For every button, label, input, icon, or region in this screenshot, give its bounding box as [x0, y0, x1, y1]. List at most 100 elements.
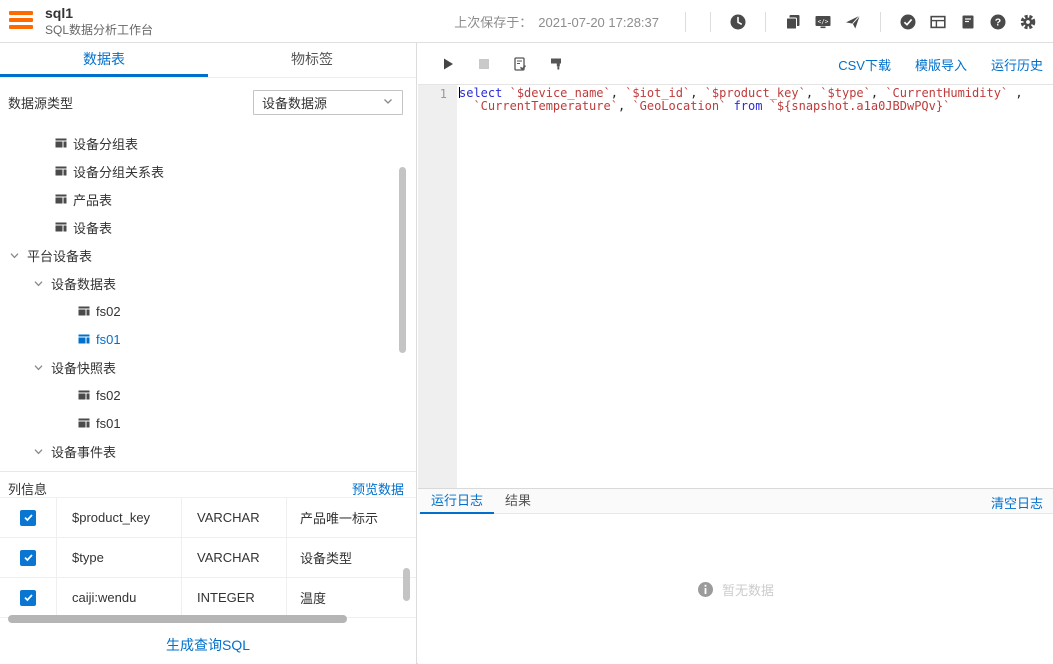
sql-editor: 1 select `$device_name`, `$iot_id`, `$pr…: [418, 85, 1053, 488]
table-icon: [78, 417, 90, 429]
generate-sql-button[interactable]: 生成查询SQL: [166, 637, 250, 653]
tree-item[interactable]: 设备数据表: [0, 269, 416, 297]
last-saved-status: 上次保存于：2021-07-20 17:28:37: [454, 12, 659, 31]
tree-item[interactable]: fs02: [0, 297, 416, 325]
table-icon: [55, 221, 67, 233]
columns-horizontal-scrollbar[interactable]: [8, 615, 347, 623]
code-screen-icon[interactable]: </>: [808, 7, 838, 37]
svg-text:?: ?: [995, 16, 1001, 28]
table-icon: [78, 389, 90, 401]
tree-item[interactable]: 设备分组表: [0, 129, 416, 157]
code-token: `CurrentTemperature`: [473, 99, 618, 113]
chevron-down-icon: [382, 95, 394, 110]
checkbox-cell: [0, 538, 57, 577]
table-icon: [55, 193, 67, 205]
column-type: VARCHAR: [197, 550, 260, 565]
chevron-down-icon[interactable]: [8, 249, 21, 262]
header-actions: 上次保存于：2021-07-20 17:28:37 </>?: [454, 0, 1043, 43]
chevron-down-icon[interactable]: [32, 277, 45, 290]
code-token: ,: [871, 86, 885, 100]
run-history-link[interactable]: 运行历史: [991, 55, 1043, 74]
column-name: caiji:wendu: [72, 590, 136, 605]
csv-download-link[interactable]: CSV下载: [838, 55, 891, 74]
table-row: $product_keyVARCHAR产品唯一标示: [0, 498, 416, 538]
send-icon[interactable]: [838, 7, 868, 37]
tree-scrollbar[interactable]: [399, 167, 406, 353]
column-type-cell: VARCHAR: [182, 498, 287, 537]
code-token: `$iot_id`: [625, 86, 690, 100]
code-token: from: [734, 99, 763, 113]
log-tab-bar: 运行日志结果 清空日志: [418, 488, 1053, 514]
run-icon[interactable]: [436, 52, 460, 76]
history-clock-icon[interactable]: [723, 7, 753, 37]
divider: [685, 12, 686, 32]
check-circle-icon[interactable]: [893, 7, 923, 37]
tab-result[interactable]: 结果: [494, 489, 542, 514]
columns-table: $product_keyVARCHAR产品唯一标示$typeVARCHAR设备类…: [0, 497, 416, 618]
settings-gear-icon[interactable]: [1013, 7, 1043, 37]
clear-log-link[interactable]: 清空日志: [991, 493, 1043, 512]
table-icon: [78, 305, 90, 317]
column-desc: 温度: [300, 588, 326, 607]
code-token: ,: [611, 86, 625, 100]
copy-icon[interactable]: [778, 7, 808, 37]
code-token: ,: [690, 86, 704, 100]
tree-item-label: 平台设备表: [27, 246, 92, 265]
info-icon: [697, 581, 714, 598]
table-icon: [55, 137, 67, 149]
chevron-down-icon[interactable]: [32, 361, 45, 374]
editor-panel: CSV下载 模版导入 运行历史 1 select `$device_name`, `…: [418, 43, 1053, 664]
tree-item[interactable]: 平台设备表: [0, 241, 416, 269]
datasource-select[interactable]: 设备数据源: [253, 90, 403, 115]
help-icon[interactable]: ?: [983, 7, 1013, 37]
divider: [710, 12, 711, 32]
datasource-row: 数据源类型 设备数据源: [0, 78, 416, 125]
notes-doc-icon[interactable]: [953, 7, 983, 37]
code-token: [726, 99, 733, 113]
template-import-link[interactable]: 模版导入: [915, 55, 967, 74]
tree-item[interactable]: fs01: [0, 325, 416, 353]
column-checkbox[interactable]: [20, 510, 36, 526]
column-type-cell: INTEGER: [182, 578, 287, 617]
tab-data-tables[interactable]: 数据表: [0, 43, 208, 77]
chevron-down-icon[interactable]: [32, 445, 45, 458]
empty-state: 暂无数据: [697, 580, 774, 599]
tree-item[interactable]: fs02: [0, 381, 416, 409]
tree-item[interactable]: 设备分组关系表: [0, 157, 416, 185]
tab-run-log[interactable]: 运行日志: [420, 489, 494, 514]
column-desc: 设备类型: [300, 548, 352, 567]
menu-icon[interactable]: [9, 11, 33, 31]
column-checkbox[interactable]: [20, 550, 36, 566]
checkbox-cell: [0, 498, 57, 537]
tree-item-label: fs01: [96, 332, 121, 347]
syntax-check-icon[interactable]: [508, 52, 532, 76]
preview-data-link[interactable]: 预览数据: [352, 479, 404, 498]
tree-item-label: 设备分组关系表: [73, 162, 164, 181]
table-layout-icon[interactable]: [923, 7, 953, 37]
page-subtitle: SQL数据分析工作台: [45, 22, 153, 38]
sidebar-tabs: 数据表物标签: [0, 43, 416, 78]
checkbox-cell: [0, 578, 57, 617]
tree-item[interactable]: 产品表: [0, 185, 416, 213]
app-header: sql1 SQL数据分析工作台 上次保存于：2021-07-20 17:28:3…: [0, 0, 1053, 43]
tree-item[interactable]: fs01: [0, 409, 416, 437]
page-title: sql1: [45, 4, 153, 22]
table-tree: 设备分组表设备分组关系表产品表设备表平台设备表设备数据表fs02fs01设备快照…: [0, 129, 416, 465]
datasource-value: 设备数据源: [262, 93, 327, 112]
columns-vertical-scrollbar[interactable]: [403, 568, 410, 601]
tree-item[interactable]: 设备事件表: [0, 437, 416, 465]
stop-icon[interactable]: [472, 52, 496, 76]
log-content: 暂无数据: [418, 514, 1053, 664]
column-checkbox[interactable]: [20, 590, 36, 606]
sql-code-area[interactable]: select `$device_name`, `$iot_id`, `$prod…: [457, 85, 1053, 488]
tree-item[interactable]: 设备表: [0, 213, 416, 241]
tree-item[interactable]: 设备快照表: [0, 353, 416, 381]
code-token: [502, 86, 509, 100]
sidebar: 数据表物标签 数据源类型 设备数据源 设备分组表设备分组关系表产品表设备表平台设…: [0, 43, 417, 664]
tab-thing-tags[interactable]: 物标签: [208, 43, 416, 77]
format-sql-icon[interactable]: [544, 52, 568, 76]
table-icon: [55, 165, 67, 177]
code-token: [762, 99, 769, 113]
generate-sql-area: 生成查询SQL: [0, 635, 416, 655]
code-token: `CurrentHumidity`: [885, 86, 1008, 100]
